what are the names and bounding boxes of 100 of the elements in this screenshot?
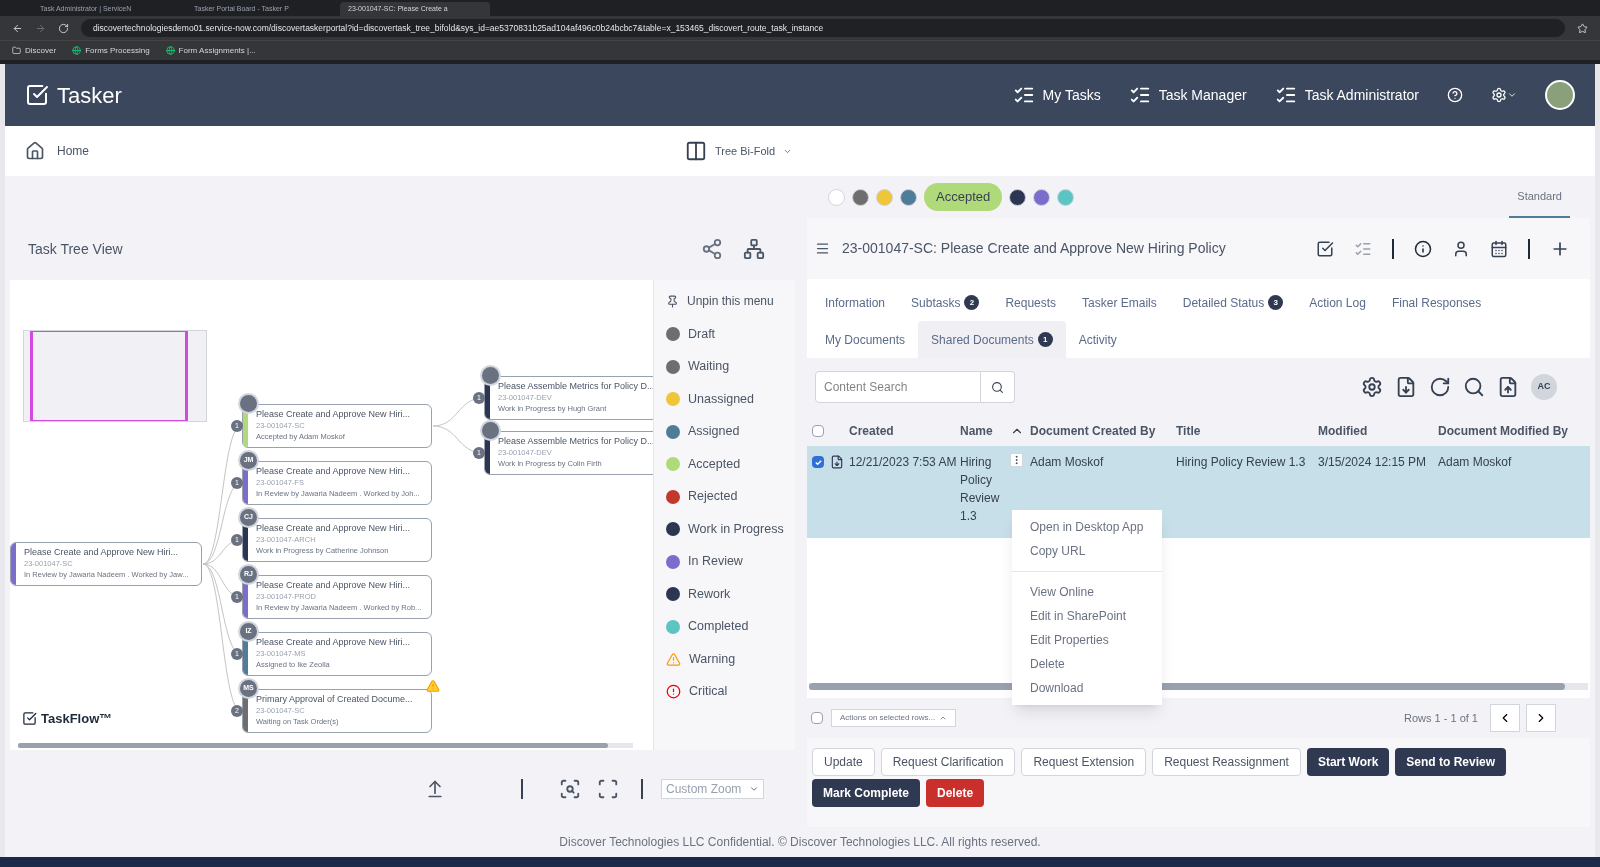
reload-icon[interactable]	[58, 22, 69, 34]
task-tab[interactable]: Action Log	[1296, 284, 1379, 321]
context-menu-item[interactable]: Edit in SharePoint	[1012, 604, 1162, 628]
footer-text: Discover Technologies LLC Confidential. © Discover Technologies LLC. All rights reserved.	[559, 834, 1041, 851]
table-cell-text: 3/15/2024 12:15 PM	[1318, 454, 1428, 471]
refresh-icon[interactable]	[1429, 376, 1451, 398]
nav-link[interactable]: Task Administrator	[1304, 84, 1419, 106]
status-label: Rework	[688, 585, 731, 603]
action-button[interactable]: Request Clarification	[880, 748, 1016, 776]
task-tab[interactable]: Requests	[992, 284, 1070, 321]
count-badge: 3	[1268, 295, 1284, 310]
user-avatar[interactable]: AC	[1531, 374, 1557, 400]
table-cell-text: Adam Moskof	[1030, 454, 1105, 471]
column-header[interactable]: Document Modified By	[1438, 422, 1590, 440]
bookmark[interactable]: Forms Processing	[85, 44, 150, 57]
count-badge: 2	[964, 295, 980, 310]
file-upload-icon[interactable]	[1497, 376, 1519, 398]
node-title: Please Assemble Metrics for Policy D...	[498, 382, 653, 391]
unpin-menu-link[interactable]: Unpin this menu	[687, 292, 774, 310]
settings-icon[interactable]	[1361, 376, 1383, 398]
info-icon[interactable]	[1414, 239, 1432, 258]
action-button[interactable]: Send to Review	[1395, 748, 1507, 776]
zoom-selection-icon[interactable]	[559, 777, 581, 800]
table-cell-text: Adam Moskof	[1438, 454, 1513, 471]
node-title: Please Create and Approve New Hiri...	[24, 548, 180, 557]
action-button[interactable]: Mark Complete	[812, 779, 921, 807]
home-icon[interactable]	[25, 141, 45, 161]
status-label: Unassigned	[688, 390, 754, 408]
select-all-checkbox[interactable]	[812, 425, 824, 437]
select-all-checkbox[interactable]	[811, 712, 823, 724]
status-label: Draft	[688, 325, 716, 343]
brand-logo-icon	[25, 83, 49, 107]
task-tab[interactable]: Shared Documents 1	[918, 321, 1066, 358]
star-icon[interactable]	[1577, 22, 1588, 34]
status-filter-chip[interactable]: Accepted	[924, 183, 1003, 211]
action-button[interactable]: Update	[812, 748, 875, 776]
node-title: Please Create and Approve New Hiri...	[256, 524, 411, 533]
node-avatar	[482, 367, 499, 384]
context-menu-item[interactable]: View Online	[1012, 580, 1162, 604]
folder-icon	[12, 46, 21, 55]
home-link[interactable]: Home	[57, 142, 89, 160]
node-title: Please Assemble Metrics for Policy D...	[498, 437, 653, 446]
context-menu-item[interactable]: Copy URL	[1012, 539, 1162, 563]
task-tab[interactable]: Activity	[1065, 321, 1130, 358]
nav-link[interactable]: Task Manager	[1158, 84, 1247, 106]
user-avatar[interactable]	[1545, 80, 1575, 110]
context-menu-item[interactable]: Download	[1012, 676, 1162, 700]
user-icon[interactable]	[1452, 239, 1470, 258]
task-tab[interactable]: Final Responses	[1378, 284, 1495, 321]
row-menu-icon[interactable]	[1010, 453, 1023, 467]
column-header[interactable]: Name	[960, 422, 1010, 440]
share-icon[interactable]	[701, 238, 723, 260]
calendar-icon[interactable]	[1490, 239, 1508, 258]
node-avatar	[240, 395, 257, 412]
task-tab[interactable]: Tasker Emails	[1069, 284, 1170, 321]
nav-link[interactable]: My Tasks	[1042, 84, 1101, 106]
task-tab[interactable]: Subtasks 2	[898, 284, 993, 321]
hierarchy-icon[interactable]	[743, 238, 765, 260]
node-title: Please Create and Approve New Hiri...	[256, 581, 412, 590]
check-task-icon[interactable]	[1316, 239, 1334, 258]
back-icon[interactable]	[12, 22, 23, 34]
content-search-field[interactable]: Content Search	[815, 371, 981, 403]
view-selector[interactable]: Tree Bi-Fold	[715, 142, 776, 160]
caret-icon[interactable]	[939, 714, 948, 722]
task-tab[interactable]: Detailed Status 3	[1169, 284, 1297, 321]
horizontal-scrollbar[interactable]	[18, 743, 633, 748]
minimap[interactable]	[23, 330, 207, 422]
menu-icon[interactable]	[815, 241, 830, 256]
column-header[interactable]: Created	[849, 422, 960, 440]
globe-icon	[165, 46, 175, 55]
context-menu-item[interactable]: Delete	[1012, 652, 1162, 676]
table-cell[interactable]: Hiring Policy Review 1.3	[960, 453, 1010, 525]
task-tab[interactable]: My Documents	[812, 321, 919, 358]
action-button[interactable]: Delete	[926, 779, 985, 807]
brand-name[interactable]: Tasker	[57, 78, 122, 112]
task-title: 23-001047-SC: Please Create and Approve New Hiring Policy	[842, 239, 1226, 258]
caret-icon[interactable]	[1507, 90, 1517, 100]
help-icon[interactable]	[1447, 87, 1463, 103]
task-tab[interactable]: Information	[812, 284, 899, 321]
action-button[interactable]: Request Reassignment	[1152, 748, 1301, 776]
upload-line-icon[interactable]	[425, 778, 445, 799]
row-checkbox[interactable]	[812, 456, 824, 468]
action-button[interactable]: Start Work	[1306, 748, 1390, 776]
split-view-icon[interactable]	[685, 140, 707, 162]
document-icon	[830, 455, 844, 469]
column-header[interactable]: Title	[1168, 422, 1318, 440]
address-bar[interactable]: discovertechnologiesdemo01.service-now.com/discovertaskerportal?id=discovertask_tree_bifold&sys_id=ae5370831b25ad104af496c0b24bcbc7&table=x_153465_discovert_route_task_instance	[81, 19, 1565, 37]
context-menu-item[interactable]: Edit Properties	[1012, 628, 1162, 652]
file-download-icon[interactable]	[1395, 376, 1417, 398]
action-button[interactable]: Request Extension	[1021, 748, 1147, 776]
warning-icon	[666, 651, 681, 667]
pin-icon	[666, 294, 679, 308]
bookmark[interactable]: Discover	[25, 44, 57, 57]
bookmark[interactable]: Form Assignments |...	[178, 44, 256, 57]
context-menu-item[interactable]: Open in Desktop App	[1012, 515, 1162, 539]
fit-screen-icon[interactable]	[597, 777, 619, 800]
column-header[interactable]: Modified	[1318, 422, 1438, 440]
column-header[interactable]: Document Created By	[1030, 422, 1168, 440]
search-icon[interactable]	[991, 380, 1004, 394]
search-icon[interactable]	[1463, 376, 1485, 398]
